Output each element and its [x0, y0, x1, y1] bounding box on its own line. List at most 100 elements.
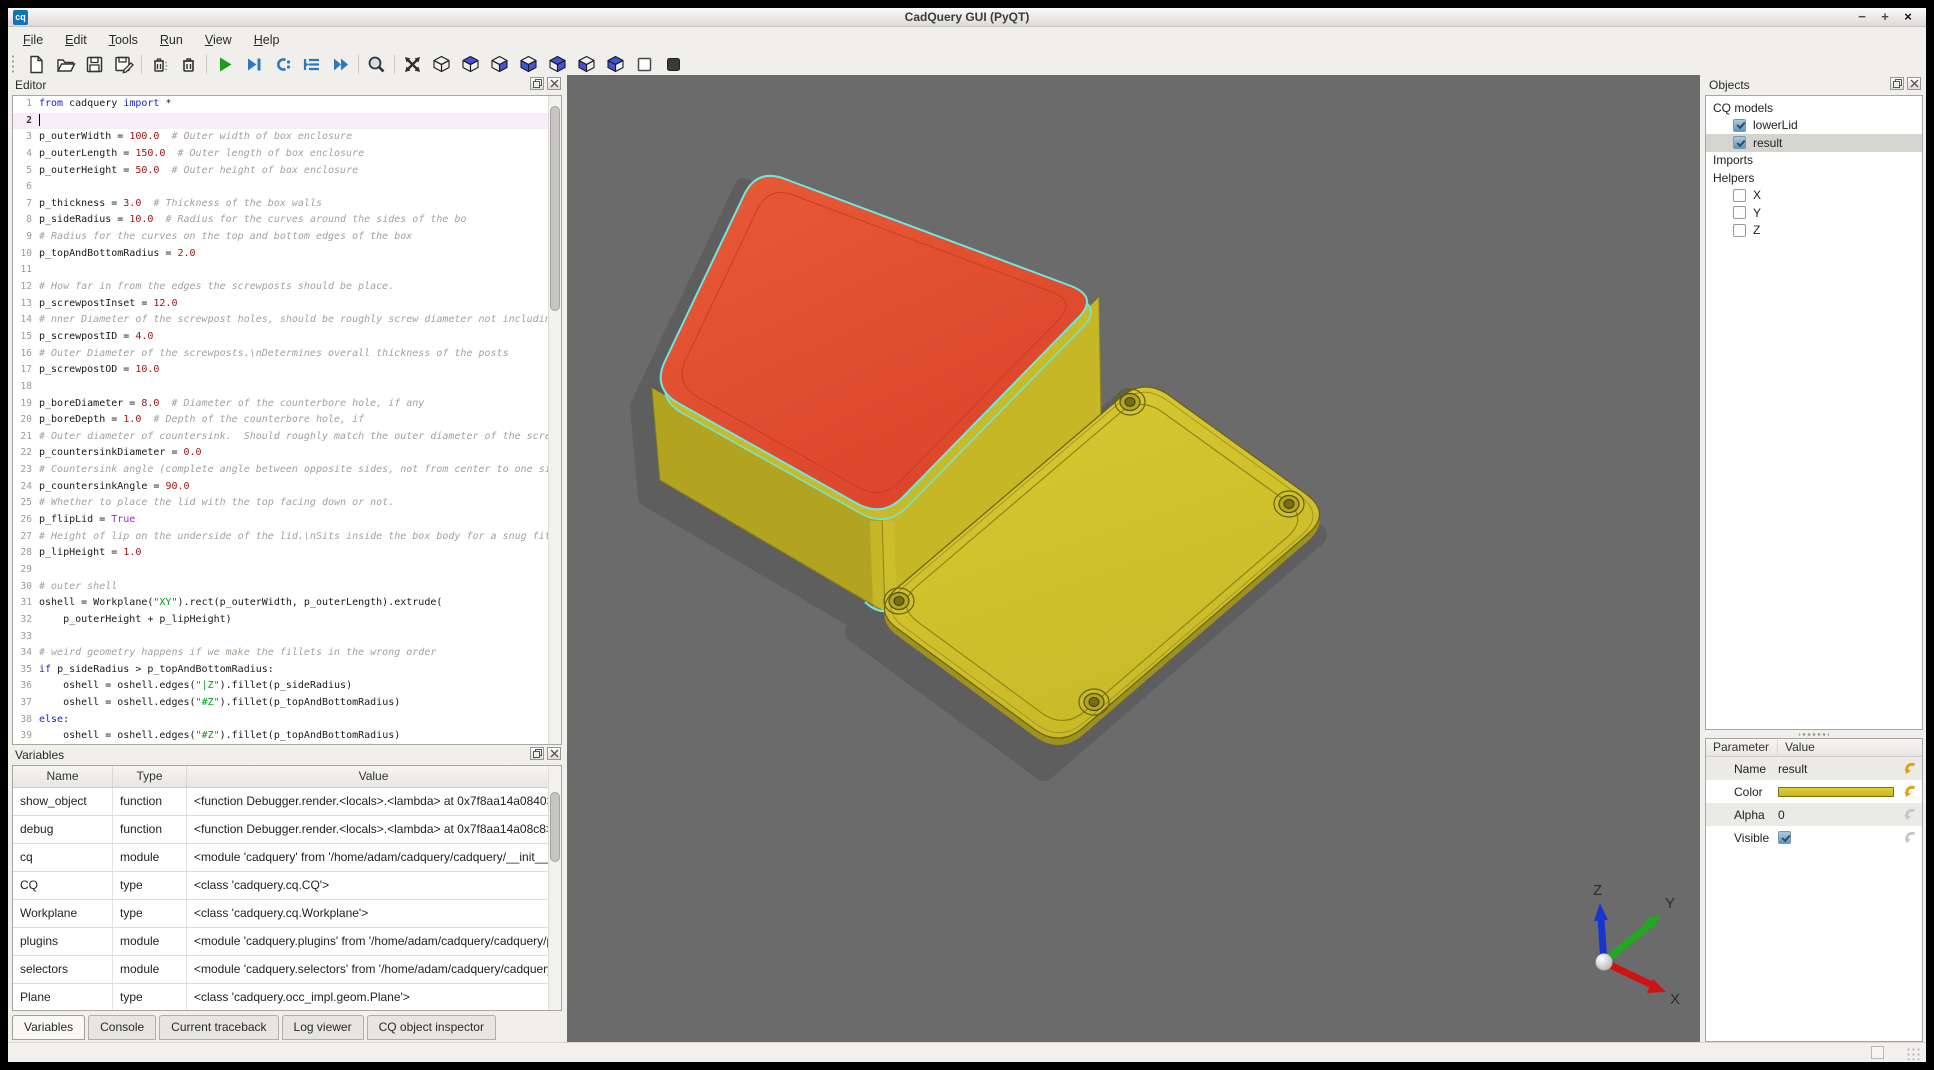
minimize-button[interactable]: −	[1854, 8, 1870, 26]
tree-item[interactable]: Z	[1706, 222, 1922, 240]
parameter-row-visible[interactable]: Visible	[1706, 826, 1922, 849]
run-script-icon[interactable]	[210, 53, 239, 75]
code-line[interactable]: 23# Countersink angle (complete angle be…	[13, 462, 561, 479]
debug-script-icon[interactable]	[239, 53, 268, 75]
visibility-checkbox[interactable]	[1733, 189, 1746, 202]
code-line[interactable]: 10p_topAndBottomRadius = 2.0	[13, 246, 561, 263]
menu-item[interactable]: Tools	[98, 29, 149, 51]
code-line[interactable]: 21# Outer diameter of countersink. Shoul…	[13, 429, 561, 446]
code-line[interactable]: 7p_thickness = 3.0 # Thickness of the bo…	[13, 196, 561, 213]
tree-item[interactable]: X	[1706, 187, 1922, 205]
bottom-tab[interactable]: Variables	[12, 1015, 85, 1040]
code-line[interactable]: 30# outer shell	[13, 579, 561, 596]
code-line[interactable]: 12# How far in from the edges the screwp…	[13, 279, 561, 296]
code-line[interactable]: 17p_screwpostOD = 10.0	[13, 362, 561, 379]
code-line[interactable]: 37 oshell = oshell.edges("#Z").fillet(p_…	[13, 695, 561, 712]
tree-item[interactable]: CQ models	[1706, 99, 1922, 117]
close-panel-icon[interactable]	[1907, 77, 1921, 90]
close-panel-icon[interactable]	[547, 77, 561, 90]
code-line[interactable]: 5p_outerHeight = 50.0 # Outer height of …	[13, 163, 561, 180]
table-row[interactable]: Workplane type <class 'cadquery.cq.Workp…	[13, 900, 561, 928]
code-line[interactable]: 14# nner Diameter of the screwpost holes…	[13, 312, 561, 329]
visible-checkbox[interactable]	[1778, 831, 1791, 844]
menu-item[interactable]: Run	[149, 29, 194, 51]
editor-scrollbar-thumb[interactable]	[550, 106, 560, 311]
variables-table-header[interactable]: Name Type Value	[13, 766, 561, 788]
delete-all-icon[interactable]	[174, 53, 203, 75]
column-header-type[interactable]: Type	[113, 766, 187, 787]
table-row[interactable]: show_object function <function Debugger.…	[13, 788, 561, 816]
code-line[interactable]: 1from cadquery import *	[13, 96, 561, 113]
code-line[interactable]: 2	[13, 113, 561, 130]
code-line[interactable]: 24p_countersinkAngle = 90.0	[13, 479, 561, 496]
code-line[interactable]: 22p_countersinkDiameter = 0.0	[13, 445, 561, 462]
menu-item[interactable]: Help	[243, 29, 291, 51]
view-bottom-icon[interactable]	[485, 53, 514, 75]
menu-item[interactable]: View	[194, 29, 243, 51]
continue-icon[interactable]	[326, 53, 355, 75]
toolbar-drag-handle[interactable]	[11, 54, 16, 74]
column-header-name[interactable]: Name	[13, 766, 113, 787]
float-panel-icon[interactable]	[530, 77, 544, 90]
3d-viewport[interactable]: X Y Z	[567, 75, 1700, 1042]
code-line[interactable]: 20p_boreDepth = 1.0 # Depth of the count…	[13, 412, 561, 429]
tree-item[interactable]: Imports	[1706, 152, 1922, 170]
fit-all-icon[interactable]	[398, 53, 427, 75]
float-panel-icon[interactable]	[1890, 77, 1904, 90]
view-left-icon[interactable]	[572, 53, 601, 75]
table-row[interactable]: selectors module <module 'cadquery.selec…	[13, 956, 561, 984]
close-button[interactable]: ×	[1900, 8, 1916, 26]
code-line[interactable]: 36 oshell = oshell.edges("|Z").fillet(p_…	[13, 678, 561, 695]
code-line[interactable]: 15p_screwpostID = 4.0	[13, 329, 561, 346]
resize-grip-icon[interactable]	[1906, 1047, 1920, 1060]
visibility-checkbox[interactable]	[1733, 224, 1746, 237]
step-icon[interactable]	[268, 53, 297, 75]
undo-icon[interactable]	[1900, 760, 1919, 776]
code-line[interactable]: 31oshell = Workplane("XY").rect(p_outerW…	[13, 595, 561, 612]
editor-scrollbar[interactable]	[548, 96, 561, 744]
code-line[interactable]: 26p_flipLid = True	[13, 512, 561, 529]
view-front-icon[interactable]	[514, 53, 543, 75]
code-line[interactable]: 8p_sideRadius = 10.0 # Radius for the cu…	[13, 212, 561, 229]
code-line[interactable]: 28p_lipHeight = 1.0	[13, 545, 561, 562]
code-line[interactable]: 25# Whether to place the lid with the to…	[13, 495, 561, 512]
visibility-checkbox[interactable]	[1733, 136, 1746, 149]
code-line[interactable]: 38else:	[13, 712, 561, 729]
bottom-tab[interactable]: Log viewer	[282, 1015, 364, 1040]
view-top-icon[interactable]	[456, 53, 485, 75]
variables-scrollbar-thumb[interactable]	[550, 792, 560, 862]
code-line[interactable]: 39 oshell = oshell.edges("#Z").fillet(p_…	[13, 728, 561, 745]
code-line[interactable]: 29	[13, 562, 561, 579]
column-header-value[interactable]: Value	[1778, 739, 1815, 756]
code-line[interactable]: 9# Radius for the curves on the top and …	[13, 229, 561, 246]
table-row[interactable]: cq module <module 'cadquery' from '/home…	[13, 844, 561, 872]
code-line[interactable]: 35if p_sideRadius > p_topAndBottomRadius…	[13, 662, 561, 679]
code-line[interactable]: 6	[13, 179, 561, 196]
bottom-tab[interactable]: Console	[88, 1015, 156, 1040]
code-line[interactable]: 27# Height of lip on the underside of th…	[13, 529, 561, 546]
column-header-value[interactable]: Value	[187, 766, 561, 787]
visibility-checkbox[interactable]	[1733, 119, 1746, 132]
menu-item[interactable]: File	[12, 29, 54, 51]
view-isometric-icon[interactable]	[427, 53, 456, 75]
view-back-icon[interactable]	[543, 53, 572, 75]
float-panel-icon[interactable]	[530, 747, 544, 760]
bottom-tab[interactable]: CQ object inspector	[367, 1015, 496, 1040]
parameter-row-alpha[interactable]: Alpha 0	[1706, 803, 1922, 826]
table-row[interactable]: Plane type <class 'cadquery.occ_impl.geo…	[13, 984, 561, 1011]
view-right-icon[interactable]	[601, 53, 630, 75]
undo-icon[interactable]	[1900, 783, 1919, 799]
menu-item[interactable]: Edit	[54, 29, 98, 51]
delete-icon[interactable]	[145, 53, 174, 75]
visibility-checkbox[interactable]	[1733, 206, 1746, 219]
variables-scrollbar[interactable]	[548, 766, 561, 1010]
step-list-icon[interactable]	[297, 53, 326, 75]
code-line[interactable]: 11	[13, 262, 561, 279]
save-icon[interactable]	[80, 53, 109, 75]
tree-item[interactable]: result	[1706, 134, 1922, 152]
column-header-parameter[interactable]: Parameter	[1706, 739, 1778, 756]
tree-item[interactable]: Helpers	[1706, 169, 1922, 187]
close-panel-icon[interactable]	[547, 747, 561, 760]
code-line[interactable]: 33	[13, 629, 561, 646]
title-bar[interactable]: cq CadQuery GUI (PyQT) − + ×	[8, 8, 1926, 27]
